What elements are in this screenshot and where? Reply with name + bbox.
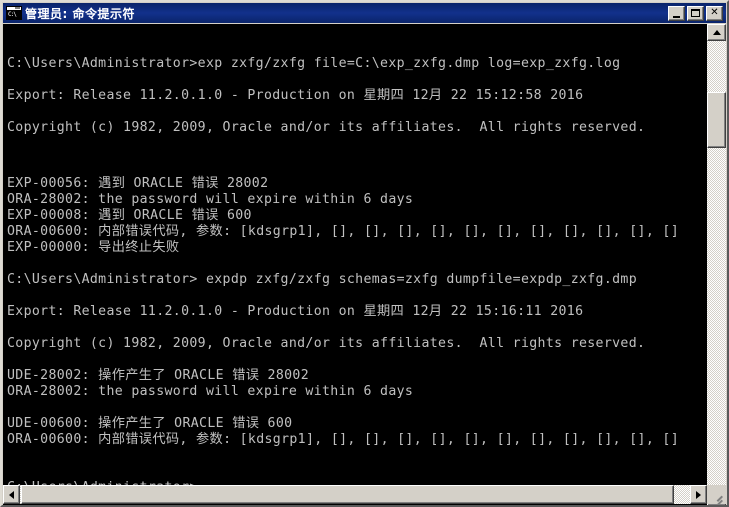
horizontal-scrollbar[interactable] bbox=[3, 485, 726, 504]
icon-screen-text: C:\ bbox=[7, 11, 21, 19]
horizontal-scrollbar-thumb[interactable] bbox=[21, 485, 674, 504]
chevron-up-icon bbox=[712, 30, 721, 35]
scroll-up-button[interactable] bbox=[707, 24, 726, 41]
console-line: C:\Users\Administrator> expdp zxfg/zxfg … bbox=[7, 272, 638, 287]
console-line: Export: Release 11.2.0.1.0 - Production … bbox=[7, 304, 584, 319]
resize-grip[interactable] bbox=[708, 486, 725, 503]
console-line: Copyright (c) 1982, 2009, Oracle and/or … bbox=[7, 336, 646, 351]
close-button[interactable]: ✕ bbox=[706, 5, 723, 21]
minimize-icon bbox=[669, 7, 684, 20]
console-line: UDE-28002: 操作产生了 ORACLE 错误 28002 bbox=[7, 368, 310, 383]
console-line: Export: Release 11.2.0.1.0 - Production … bbox=[7, 88, 584, 103]
console-line: EXP-00056: 遇到 ORACLE 错误 28002 bbox=[7, 176, 269, 191]
window-controls: ✕ bbox=[668, 5, 723, 21]
maximize-icon bbox=[688, 7, 703, 20]
maximize-button[interactable] bbox=[687, 5, 704, 21]
scroll-right-button[interactable] bbox=[690, 485, 707, 504]
chevron-right-icon bbox=[696, 490, 701, 499]
console-line: ORA-28002: the password will expire with… bbox=[7, 192, 414, 207]
console-line: ORA-00600: 内部错误代码, 参数: [kdsgrp1], [], []… bbox=[7, 224, 679, 239]
window-client-area: C:\Users\Administrator>exp zxfg/zxfg fil… bbox=[3, 24, 726, 505]
close-icon: ✕ bbox=[710, 7, 719, 18]
vertical-scrollbar[interactable] bbox=[707, 24, 726, 505]
console-line: C:\Users\Administrator>exp zxfg/zxfg fil… bbox=[7, 56, 621, 71]
vertical-scrollbar-thumb[interactable] bbox=[707, 92, 726, 148]
console-line: EXP-00008: 遇到 ORACLE 错误 600 bbox=[7, 208, 252, 223]
window-title: 管理员: 命令提示符 bbox=[25, 6, 135, 21]
console-line: UDE-00600: 操作产生了 ORACLE 错误 600 bbox=[7, 416, 293, 431]
console-output-area[interactable]: C:\Users\Administrator>exp zxfg/zxfg fil… bbox=[3, 24, 707, 486]
window-titlebar[interactable]: C:\ 管理员: 命令提示符 ✕ bbox=[3, 3, 726, 23]
console-line: ORA-28002: the password will expire with… bbox=[7, 384, 414, 399]
minimize-button[interactable] bbox=[668, 5, 685, 21]
console-line: ORA-00600: 内部错误代码, 参数: [kdsgrp1], [], []… bbox=[7, 432, 679, 447]
console-line: EXP-00000: 导出终止失败 bbox=[7, 240, 180, 255]
cmd-console-icon: C:\ bbox=[6, 6, 22, 20]
chevron-left-icon bbox=[9, 490, 14, 499]
scroll-left-button[interactable] bbox=[3, 485, 20, 504]
console-line: Copyright (c) 1982, 2009, Oracle and/or … bbox=[7, 120, 646, 135]
command-prompt-window: C:\ 管理员: 命令提示符 ✕ C:\Users\Administrator>… bbox=[0, 0, 729, 507]
